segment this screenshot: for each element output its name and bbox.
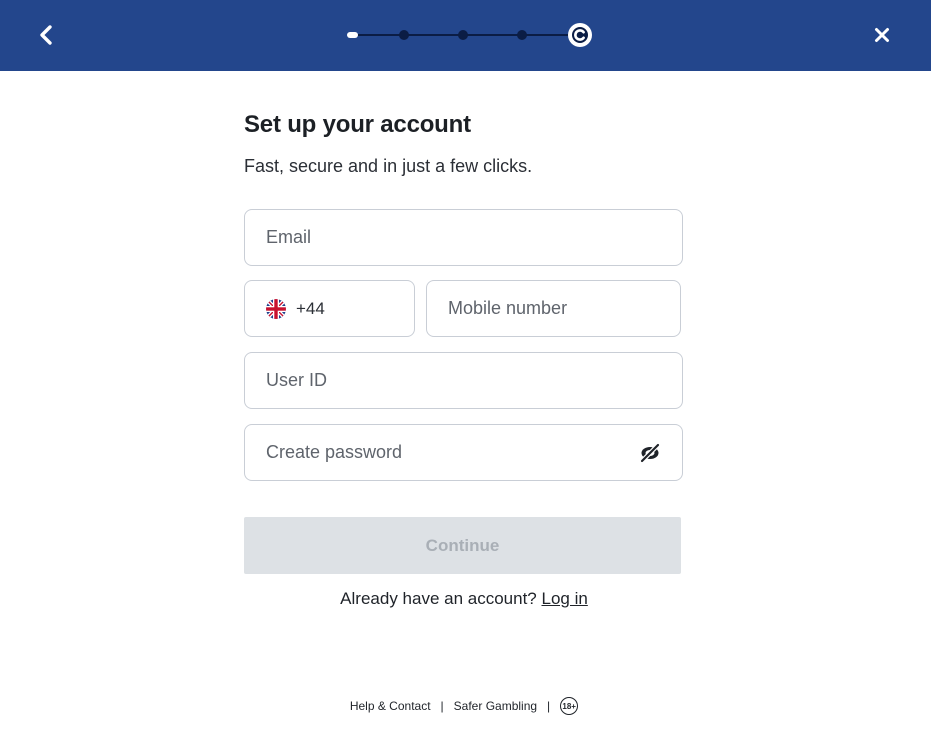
password-visibility-toggle[interactable] (638, 442, 662, 464)
age-restriction-badge: 18+ (560, 697, 579, 715)
progress-step-dot (458, 30, 468, 40)
back-button[interactable] (30, 18, 62, 52)
footer-separator: | (440, 699, 444, 713)
password-field-wrapper (244, 424, 683, 481)
close-icon (875, 28, 889, 42)
eye-off-icon (639, 443, 661, 463)
top-bar (0, 0, 931, 71)
close-button[interactable] (866, 18, 898, 52)
login-prompt-text: Already have an account? (340, 589, 537, 608)
help-contact-link[interactable]: Help & Contact (350, 699, 431, 713)
mobile-field-wrapper (426, 280, 681, 337)
progress-stepper (345, 22, 595, 48)
progress-step-dot (517, 30, 527, 40)
continue-button[interactable]: Continue (244, 517, 681, 574)
password-field[interactable] (266, 442, 626, 463)
country-code-select[interactable]: +44 (244, 280, 415, 337)
footer: Help & Contact | Safer Gambling | 18+ (0, 697, 928, 715)
email-field[interactable] (266, 227, 682, 248)
page-subtitle: Fast, secure and in just a few clicks. (244, 156, 533, 176)
chevron-left-icon (40, 25, 52, 45)
login-link[interactable]: Log in (542, 589, 588, 608)
progress-step-current (568, 23, 592, 47)
page-title: Set up your account (244, 111, 471, 138)
userid-field-wrapper (244, 352, 683, 409)
footer-separator: | (547, 699, 551, 713)
uk-flag-icon (266, 298, 286, 319)
country-code-value: +44 (296, 298, 325, 318)
brand-logo-icon (572, 27, 588, 43)
safer-gambling-link[interactable]: Safer Gambling (454, 699, 537, 713)
user-id-field[interactable] (266, 370, 682, 391)
email-field-wrapper (244, 209, 683, 266)
login-prompt: Already have an account? Log in (0, 589, 928, 609)
progress-step-start (347, 32, 358, 38)
mobile-number-field[interactable] (448, 298, 680, 319)
progress-step-dot (399, 30, 409, 40)
